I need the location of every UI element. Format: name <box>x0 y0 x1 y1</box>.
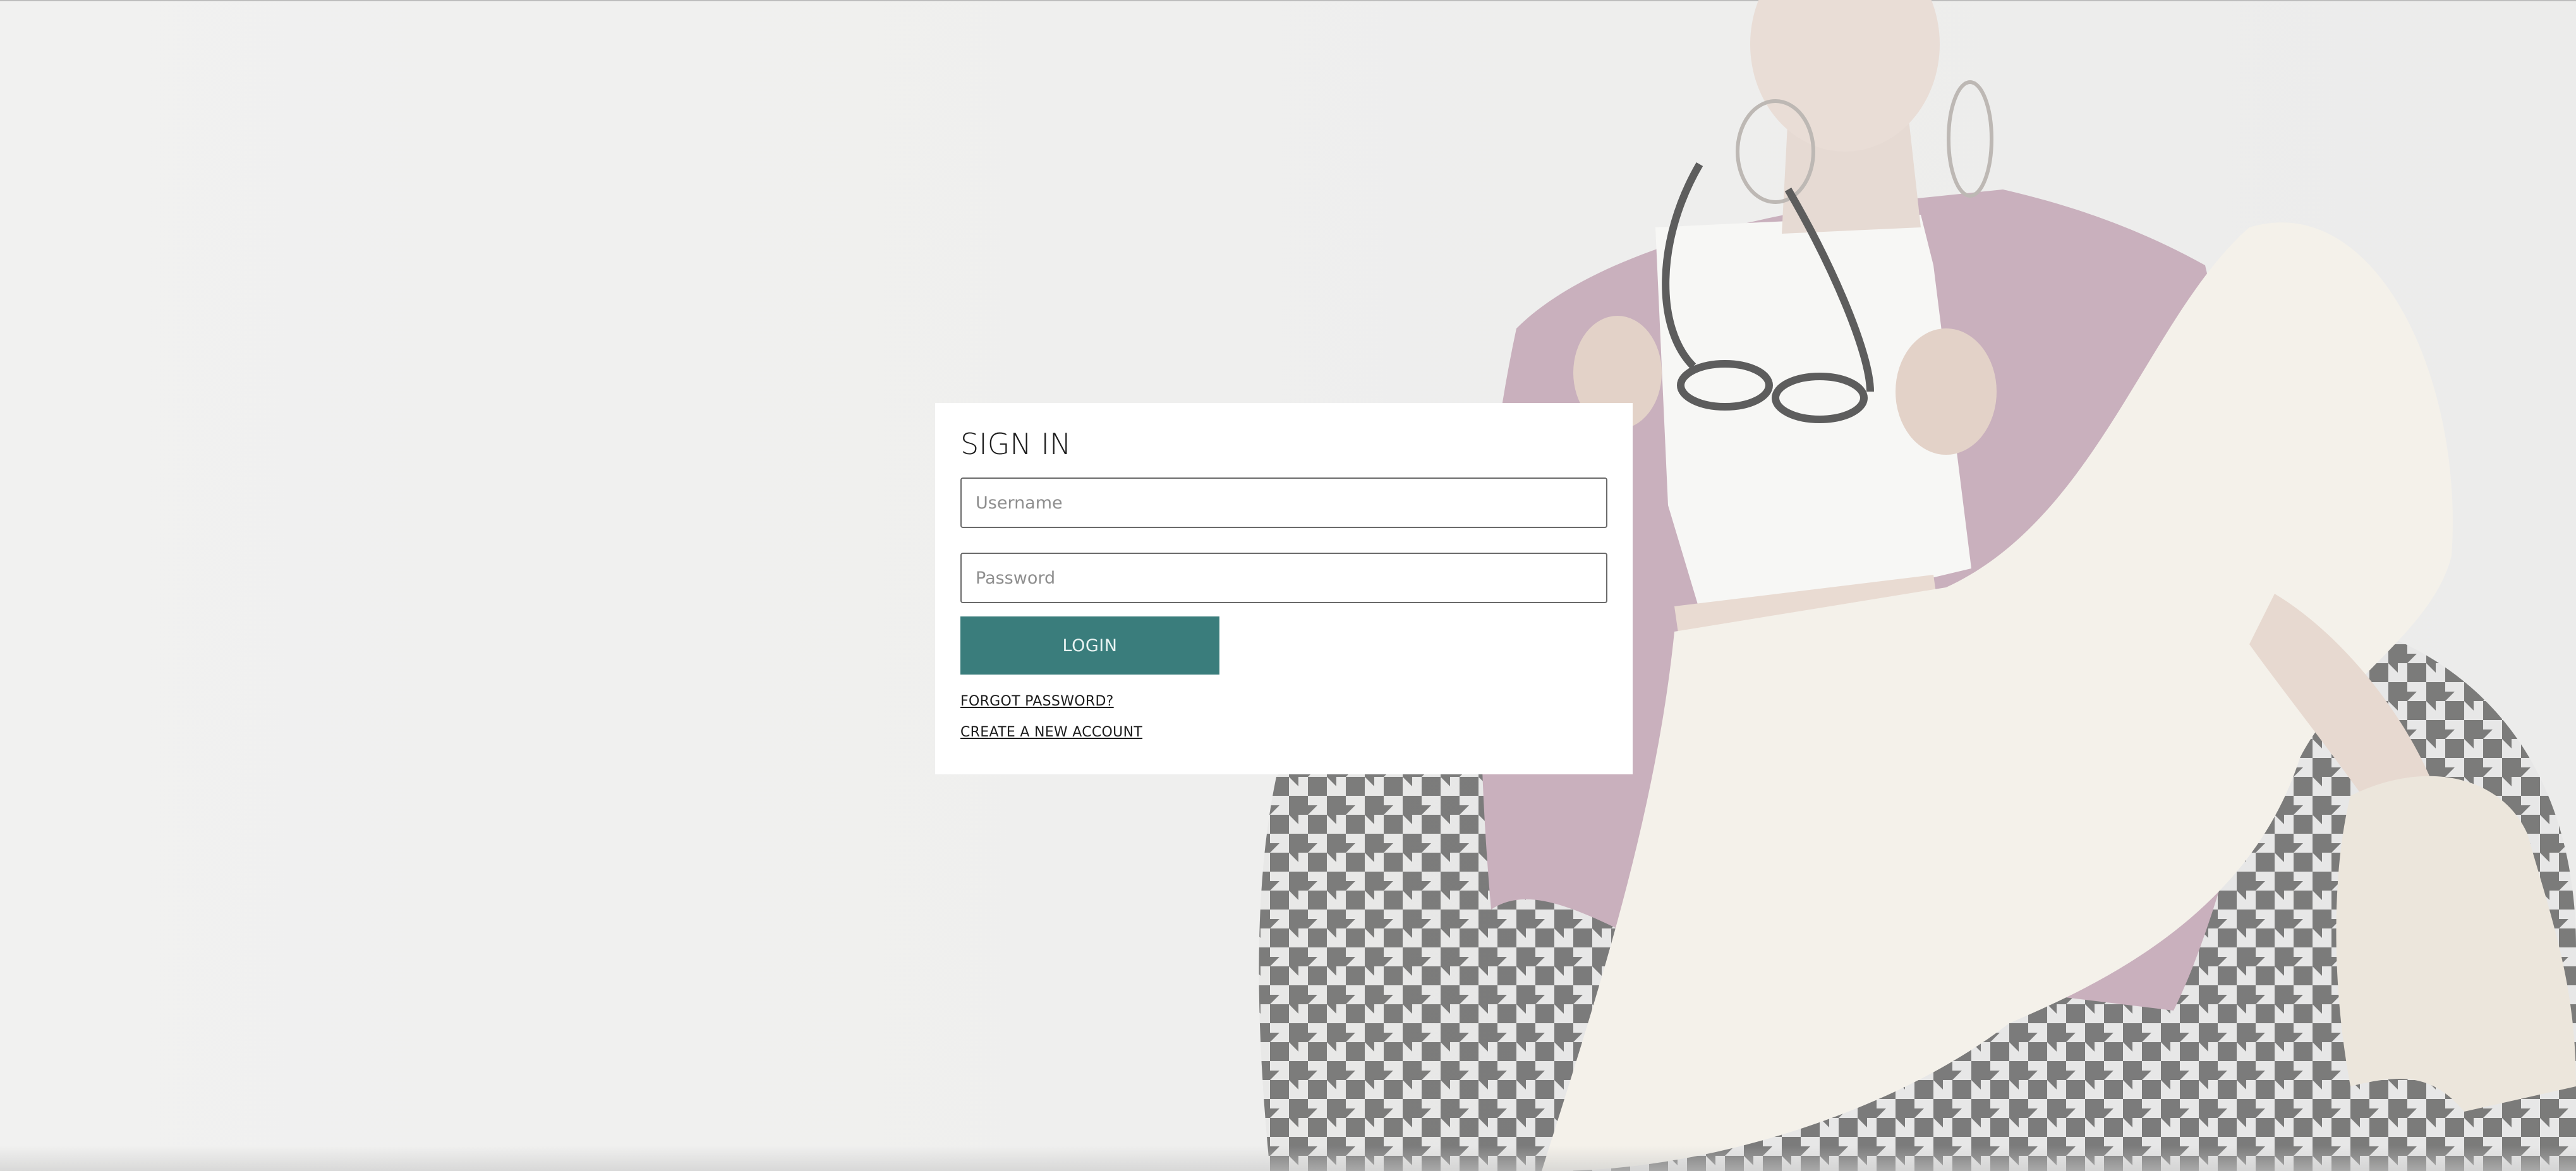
signin-card: SIGN IN LOGIN FORGOT PASSWORD? CREATE A … <box>935 403 1633 774</box>
login-page: SIGN IN LOGIN FORGOT PASSWORD? CREATE A … <box>0 0 2576 1171</box>
create-account-link[interactable]: CREATE A NEW ACCOUNT <box>960 724 1142 740</box>
bottom-shade <box>0 1146 2576 1171</box>
signin-title: SIGN IN <box>960 427 1072 461</box>
forgot-password-link[interactable]: FORGOT PASSWORD? <box>960 694 1114 709</box>
password-input[interactable] <box>960 553 1607 603</box>
username-input[interactable] <box>960 477 1607 528</box>
login-button[interactable]: LOGIN <box>960 616 1219 675</box>
